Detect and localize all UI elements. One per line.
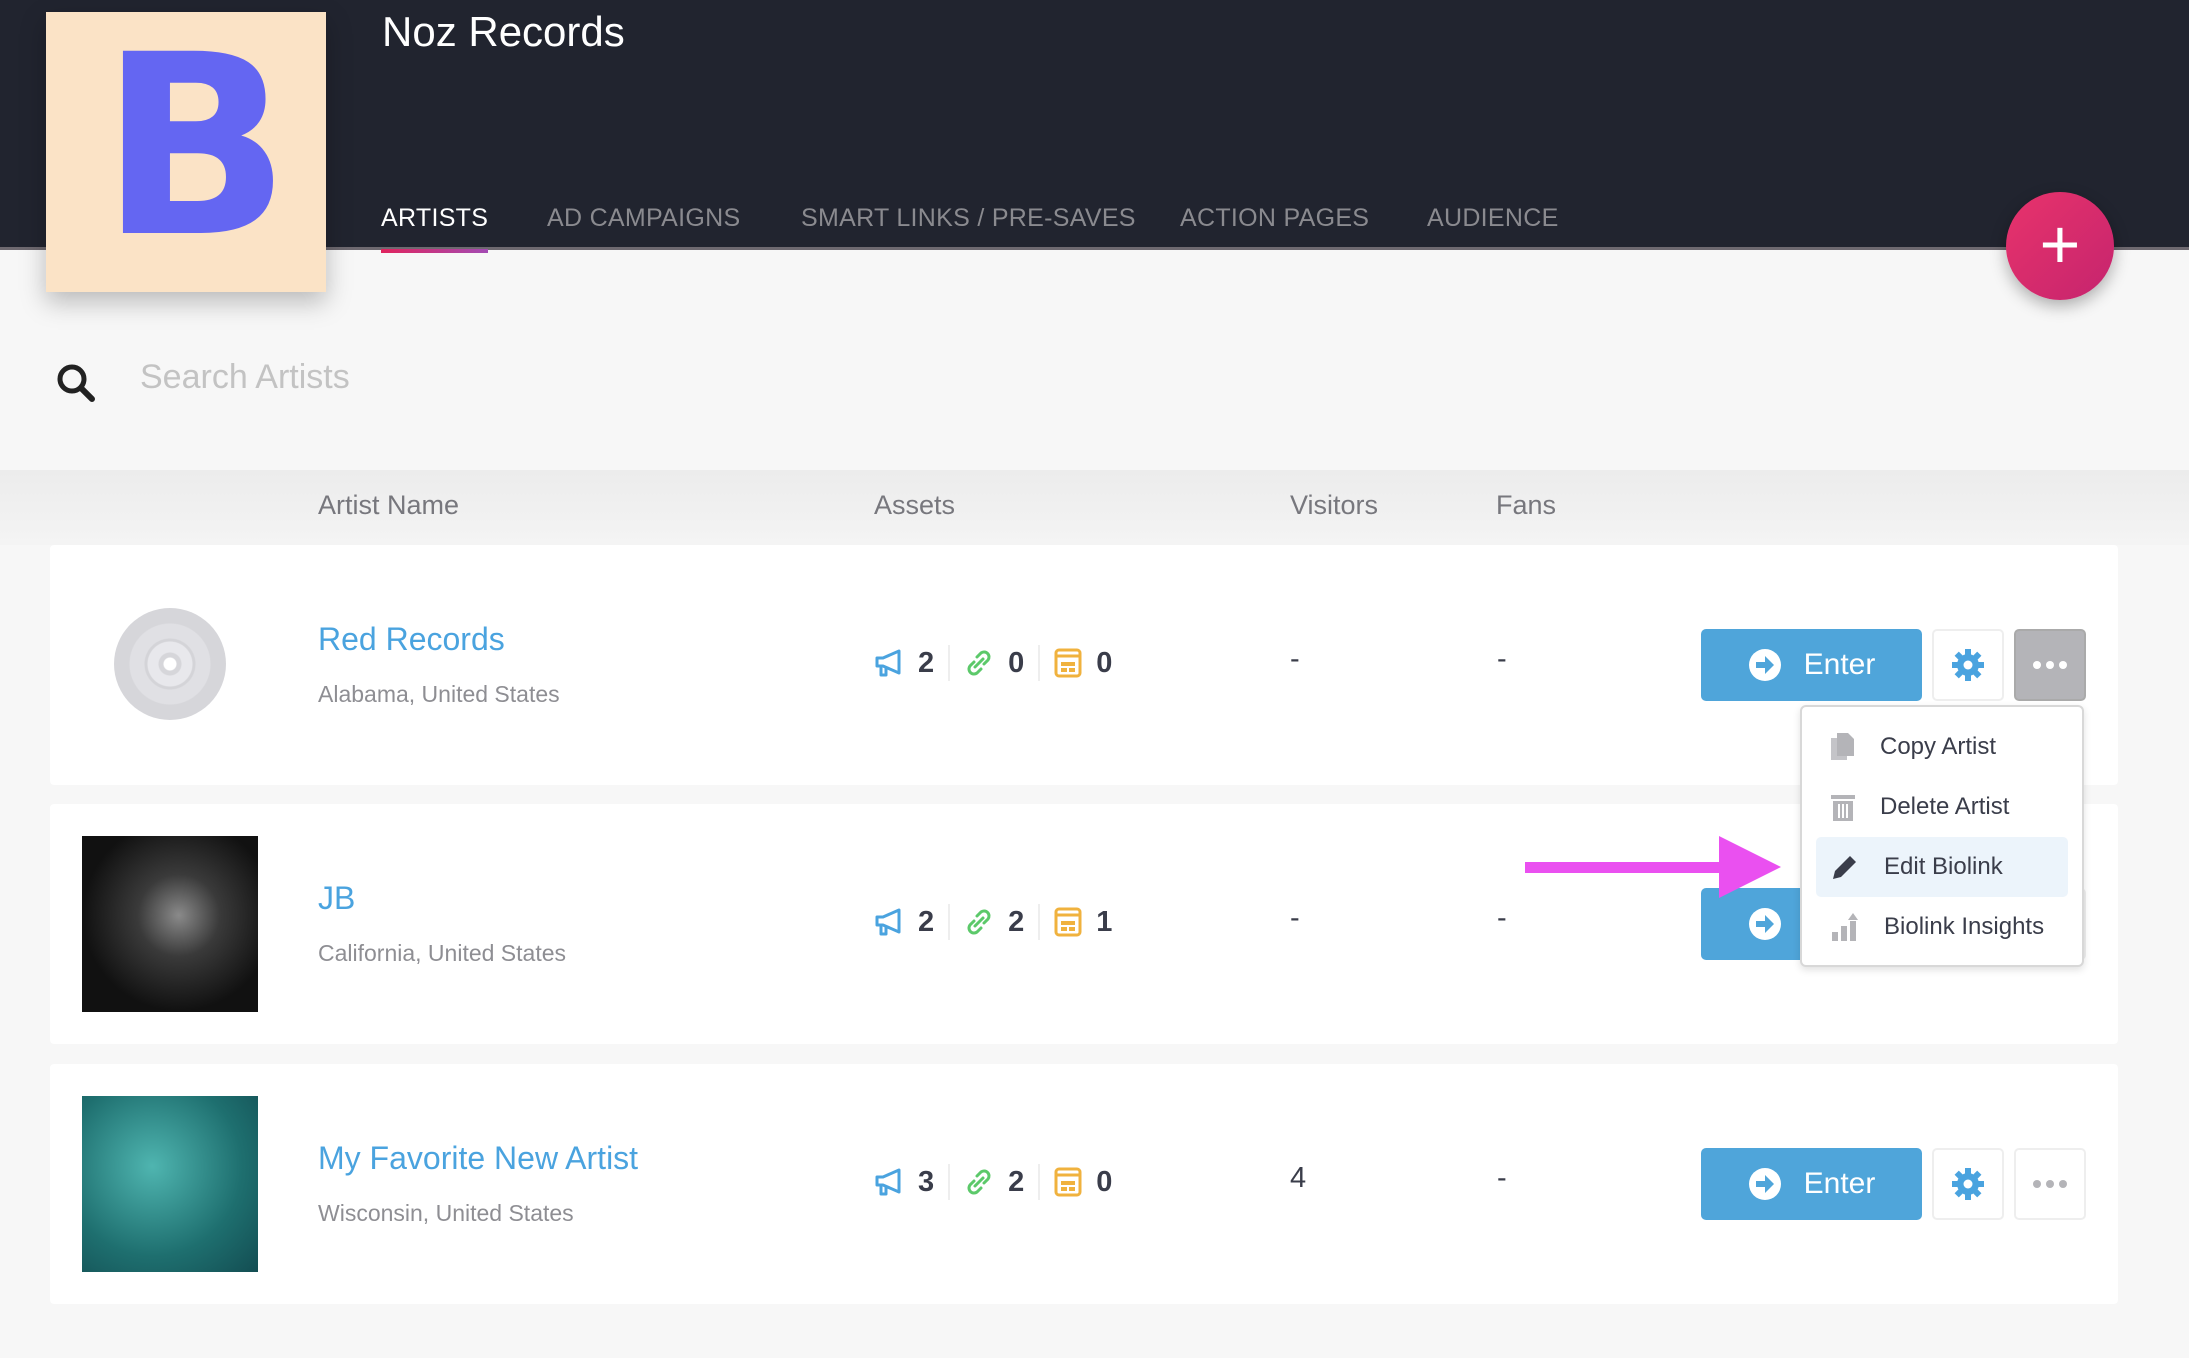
pages-count: 0 xyxy=(1096,1165,1113,1198)
ads-count: 2 xyxy=(918,905,935,938)
visitors-value: 4 xyxy=(1290,1162,1307,1194)
link-icon xyxy=(967,1169,991,1195)
chart-icon xyxy=(1832,913,1858,941)
menu-item-delete-artist[interactable]: Delete Artist xyxy=(1816,777,2068,837)
pages-count: 0 xyxy=(1096,646,1113,679)
page-icon xyxy=(1054,1167,1082,1197)
header-fans: Fans xyxy=(1496,490,1557,520)
dot xyxy=(2033,661,2041,669)
megaphone-icon xyxy=(875,649,901,677)
dot xyxy=(2059,661,2067,669)
fans-value: - xyxy=(1497,902,1507,934)
menu-item-label: Copy Artist xyxy=(1880,733,1997,760)
links-count: 0 xyxy=(1008,646,1025,679)
enter-label: Enter xyxy=(1803,1167,1876,1200)
dot xyxy=(2033,1180,2041,1188)
tab-audience[interactable]: AUDIENCE xyxy=(1427,204,1559,233)
dot xyxy=(2059,1180,2067,1188)
artist-name-link[interactable]: Red Records xyxy=(318,621,505,658)
menu-item-label: Delete Artist xyxy=(1880,793,2010,820)
enter-label: Enter xyxy=(1803,648,1876,681)
artist-photo xyxy=(82,1096,258,1272)
link-icon xyxy=(967,650,991,676)
header-visitors: Visitors xyxy=(1290,490,1379,520)
artist-photo xyxy=(82,836,258,1012)
header-assets: Assets xyxy=(874,490,956,520)
settings-button[interactable] xyxy=(1932,629,2004,701)
enter-arrow-icon xyxy=(1748,1168,1781,1200)
enter-button[interactable]: Enter xyxy=(1701,1148,1922,1220)
artist-name-link[interactable]: My Favorite New Artist xyxy=(318,1140,638,1177)
vinyl-placeholder-avatar xyxy=(114,608,226,720)
menu-item-biolink-insights[interactable]: Biolink Insights xyxy=(1816,897,2068,957)
artist-location: Wisconsin, United States xyxy=(318,1200,574,1226)
tab-action-pages[interactable]: ACTION PAGES xyxy=(1180,204,1369,233)
artist-actions-menu: Copy Artist Delete Artist Edit Biolink B… xyxy=(1800,705,2084,967)
menu-item-label: Edit Biolink xyxy=(1884,853,2003,880)
page-icon xyxy=(1054,907,1082,937)
menu-item-edit-biolink[interactable]: Edit Biolink xyxy=(1816,837,2068,897)
ads-count: 2 xyxy=(918,646,935,679)
assets-counts: 3 2 0 xyxy=(874,1164,1140,1200)
page-title: Noz Records xyxy=(382,8,625,55)
links-count: 2 xyxy=(1008,905,1025,938)
more-options-button[interactable] xyxy=(2014,1148,2086,1220)
header-artist-name: Artist Name xyxy=(318,490,460,520)
fans-value: - xyxy=(1497,643,1507,675)
table-row: My Favorite New Artist Wisconsin, United… xyxy=(50,1064,2118,1304)
menu-item-copy-artist[interactable]: Copy Artist xyxy=(1816,717,2068,777)
page-icon xyxy=(1054,648,1082,678)
gear-icon xyxy=(1952,1168,1984,1200)
artist-location: Alabama, United States xyxy=(318,681,560,707)
visitors-value: - xyxy=(1290,902,1300,934)
pages-count: 1 xyxy=(1096,905,1113,938)
more-options-button[interactable] xyxy=(2014,629,2086,701)
copy-icon xyxy=(1831,733,1854,760)
gear-icon xyxy=(1952,649,1984,681)
dot xyxy=(2046,1180,2054,1188)
ads-count: 3 xyxy=(918,1165,935,1198)
link-icon xyxy=(967,909,991,935)
dot xyxy=(2046,661,2054,669)
top-header: Noz Records ARTISTS AD CAMPAIGNS SMART L… xyxy=(0,0,2189,253)
account-logo[interactable]: B xyxy=(46,12,326,292)
settings-button[interactable] xyxy=(1932,1148,2004,1220)
assets-counts: 2 2 1 xyxy=(874,904,1140,940)
links-count: 2 xyxy=(1008,1165,1025,1198)
enter-arrow-icon xyxy=(1748,908,1781,940)
artist-name-link[interactable]: JB xyxy=(318,880,355,917)
enter-button[interactable]: Enter xyxy=(1701,629,1922,701)
pointer-arrow-annotation xyxy=(1525,836,1781,898)
table-header: Artist Name Assets Visitors Fans xyxy=(0,470,2189,545)
menu-item-label: Biolink Insights xyxy=(1884,913,2045,940)
tab-artists[interactable]: ARTISTS xyxy=(381,204,489,253)
tab-smart-links[interactable]: SMART LINKS / PRE-SAVES xyxy=(801,204,1136,233)
assets-counts: 2 0 0 xyxy=(874,645,1140,681)
logo-letter: B xyxy=(100,1,291,292)
artist-location: California, United States xyxy=(318,940,567,966)
megaphone-icon xyxy=(875,1168,901,1196)
search-icon xyxy=(57,364,95,402)
visitors-value: - xyxy=(1290,643,1300,675)
tab-ad-campaigns[interactable]: AD CAMPAIGNS xyxy=(547,204,740,233)
enter-arrow-icon xyxy=(1748,649,1781,681)
pencil-icon xyxy=(1833,856,1856,879)
fans-value: - xyxy=(1497,1162,1507,1194)
search-input[interactable] xyxy=(140,358,940,397)
trash-icon xyxy=(1831,795,1855,821)
add-button[interactable]: + xyxy=(2006,192,2114,300)
megaphone-icon xyxy=(875,908,901,936)
